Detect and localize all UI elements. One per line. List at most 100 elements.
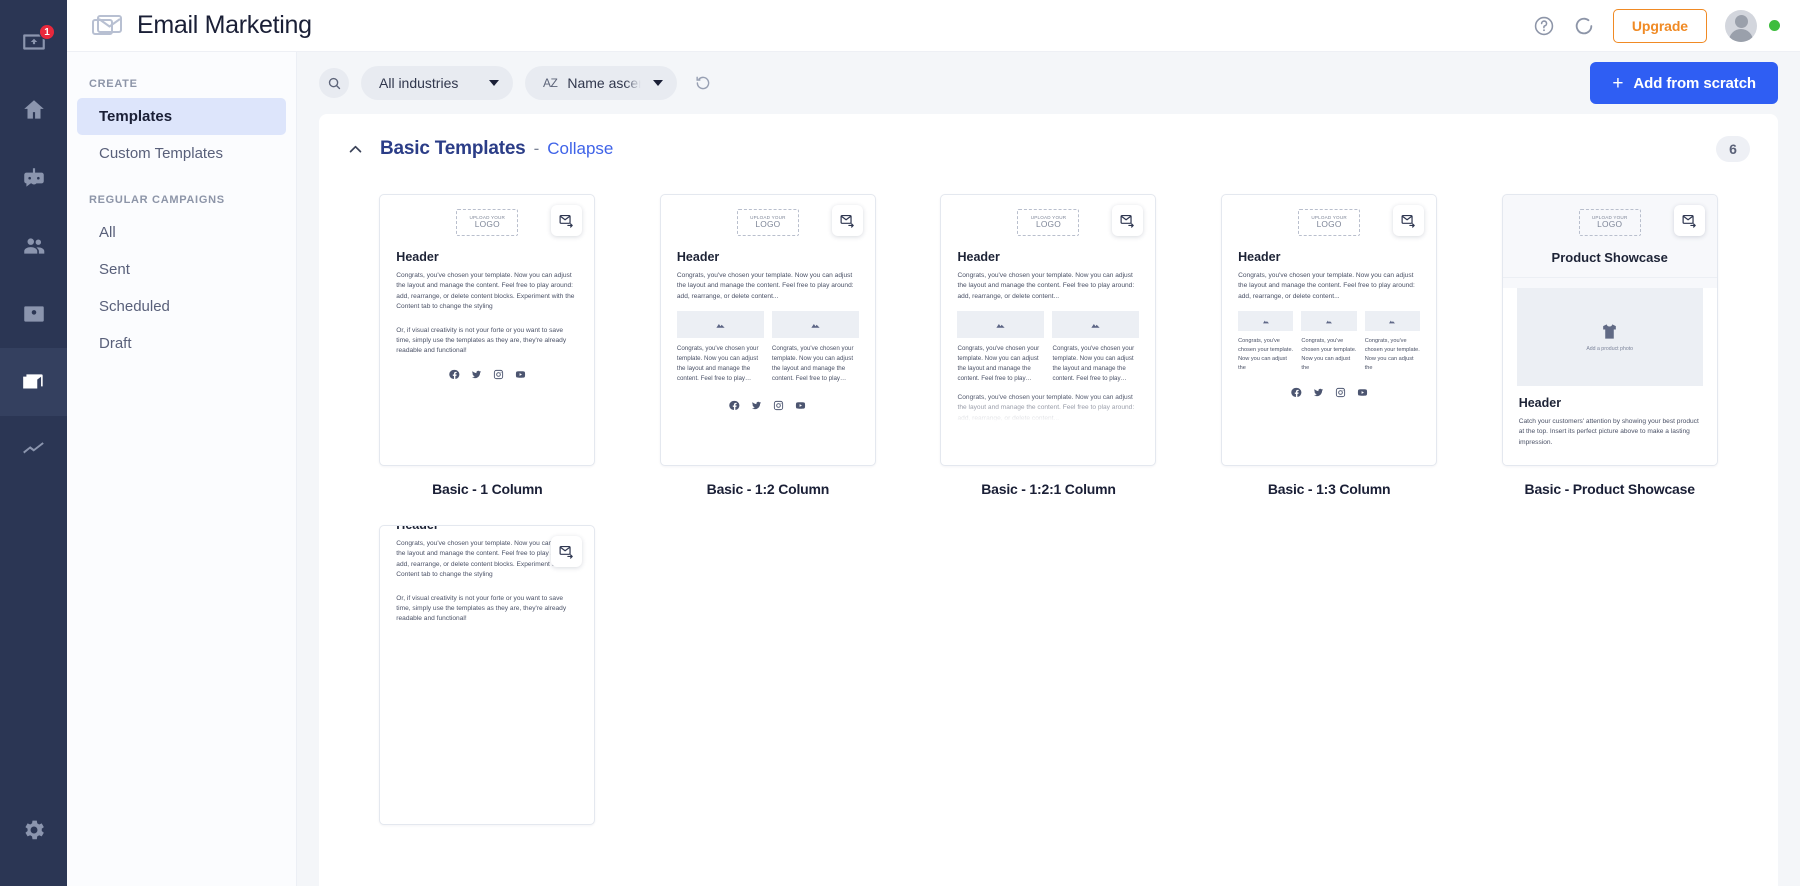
rail-item-home[interactable] bbox=[0, 76, 67, 144]
upload-logo-line2: LOGO bbox=[1035, 219, 1061, 230]
rail-item-email[interactable] bbox=[0, 348, 67, 416]
template-thumbnail[interactable]: UPLOAD YOUR LOGO bbox=[1221, 194, 1438, 466]
template-header-text: Header bbox=[1238, 249, 1281, 264]
facebook-icon bbox=[449, 369, 460, 379]
column-text: Congrats, you've chosen your template. N… bbox=[1301, 338, 1357, 371]
thumb-top-row: UPLOAD YOUR LOGO bbox=[941, 195, 1155, 236]
sidebar-item-all[interactable]: All bbox=[77, 214, 286, 251]
image-placeholder bbox=[771, 311, 859, 339]
facebook-icon bbox=[729, 400, 740, 410]
sort-dropdown[interactable]: AZ Name ascending bbox=[525, 66, 677, 100]
send-email-icon[interactable] bbox=[1112, 205, 1144, 236]
template-body-1: Congrats, you've chosen your template. N… bbox=[396, 271, 575, 311]
column: Congrats, you've chosen your template. N… bbox=[1364, 311, 1421, 373]
upgrade-button[interactable]: Upgrade bbox=[1612, 8, 1707, 43]
rail-item-inbox[interactable]: 1 bbox=[0, 8, 67, 76]
column-text: Congrats, you've chosen your template. N… bbox=[676, 345, 759, 382]
two-column-block: Congrats, you've chosen your template. N… bbox=[661, 311, 875, 384]
template-card[interactable]: UPLOAD YOUR LOGO bbox=[659, 194, 876, 497]
panel-header: Basic Templates - Collapse 6 bbox=[319, 114, 1778, 176]
template-thumbnail[interactable]: UPLOAD YOUR LOGO bbox=[940, 194, 1157, 466]
upload-logo-line2: LOGO bbox=[755, 219, 781, 230]
chevron-up-icon[interactable] bbox=[347, 141, 364, 158]
send-email-icon[interactable] bbox=[1673, 205, 1705, 236]
panel-title: Basic Templates bbox=[380, 138, 526, 159]
upload-logo-line2: LOGO bbox=[474, 219, 500, 230]
add-from-scratch-button[interactable]: + Add from scratch bbox=[1590, 62, 1778, 104]
sidebar-item-draft[interactable]: Draft bbox=[77, 325, 286, 362]
nav-section-campaigns-label: REGULAR CAMPAIGNS bbox=[89, 194, 225, 206]
sidebar-item-scheduled[interactable]: Scheduled bbox=[77, 288, 286, 325]
image-placeholder bbox=[1364, 311, 1421, 332]
column: Congrats, you've chosen your template. N… bbox=[1238, 311, 1294, 373]
column: Congrats, you've chosen your template. N… bbox=[1052, 311, 1140, 384]
refresh-icon[interactable] bbox=[1573, 15, 1595, 37]
sidebar-item-sent[interactable]: Sent bbox=[77, 251, 286, 288]
template-card[interactable]: Header Congrats, you've chosen your temp… bbox=[379, 525, 596, 840]
filter-toolbar: All industries AZ Name ascending bbox=[297, 52, 1800, 114]
template-thumbnail[interactable]: UPLOAD YOUR LOGO bbox=[659, 194, 876, 466]
column: Congrats, you've chosen your template. N… bbox=[957, 311, 1045, 384]
send-email-icon[interactable] bbox=[551, 536, 583, 567]
social-icons-row bbox=[380, 369, 594, 380]
product-photo-caption: Add a product photo bbox=[1586, 345, 1634, 352]
rail-item-chatbot[interactable] bbox=[0, 144, 67, 212]
template-thumbnail[interactable]: Header Congrats, you've chosen your temp… bbox=[379, 525, 596, 825]
twitter-icon bbox=[471, 370, 481, 378]
user-menu[interactable] bbox=[1725, 9, 1780, 42]
templates-grid: UPLOAD YOUR LOGO Header Congrats, you've… bbox=[319, 176, 1778, 868]
avatar[interactable] bbox=[1725, 9, 1757, 42]
rail-item-analytics[interactable] bbox=[0, 416, 67, 484]
column: Congrats, you've chosen your template. N… bbox=[676, 311, 764, 384]
thumb-top-row bbox=[380, 526, 594, 567]
template-header-text: Header bbox=[957, 249, 1000, 264]
page-title: Email Marketing bbox=[137, 11, 312, 39]
image-placeholder bbox=[676, 311, 764, 339]
template-card[interactable]: UPLOAD YOUR LOGO bbox=[940, 194, 1157, 497]
template-thumbnail[interactable]: UPLOAD YOUR LOGO bbox=[379, 194, 596, 466]
showcase-body-text: Catch your customers' attention by showi… bbox=[1518, 417, 1699, 446]
rail-item-settings[interactable] bbox=[0, 796, 67, 864]
template-card[interactable]: UPLOAD YOUR LOGO bbox=[379, 194, 596, 497]
send-email-icon[interactable] bbox=[1393, 205, 1425, 236]
sidebar-item-custom-templates[interactable]: Custom Templates bbox=[77, 135, 286, 172]
product-photo-placeholder[interactable]: Add a product photo bbox=[1516, 287, 1703, 386]
product-showcase-title: Product Showcase bbox=[1551, 249, 1668, 265]
plus-icon: + bbox=[1612, 72, 1624, 94]
column: Congrats, you've chosen your template. N… bbox=[771, 311, 859, 384]
template-card[interactable]: UPLOAD YOUR LOGO bbox=[1221, 194, 1438, 497]
upload-logo-placeholder: UPLOAD YOUR LOGO bbox=[1017, 209, 1080, 236]
three-column-block: Congrats, you've chosen your template. N… bbox=[1222, 311, 1436, 373]
nav-section-create-label: CREATE bbox=[89, 78, 138, 90]
two-column-block: Congrats, you've chosen your template. N… bbox=[941, 311, 1155, 384]
instagram-icon bbox=[493, 369, 503, 379]
sidebar-item-templates[interactable]: Templates bbox=[77, 98, 286, 135]
template-card[interactable]: UPLOAD YOUR LOGO bbox=[1501, 194, 1718, 497]
upload-logo-placeholder: UPLOAD YOUR LOGO bbox=[1298, 209, 1361, 236]
rail-item-contacts[interactable] bbox=[0, 212, 67, 280]
help-icon[interactable] bbox=[1533, 15, 1555, 37]
template-thumbnail[interactable]: UPLOAD YOUR LOGO bbox=[1501, 194, 1718, 466]
chevron-down-icon bbox=[653, 80, 663, 86]
template-name: Basic - 1:2:1 Column bbox=[981, 481, 1116, 497]
send-email-icon[interactable] bbox=[551, 205, 583, 236]
youtube-icon bbox=[796, 402, 806, 409]
collapse-link[interactable]: Collapse bbox=[547, 139, 613, 159]
rail-item-address-book[interactable] bbox=[0, 280, 67, 348]
template-body-truncated: Congrats, you've chosen your template. N… bbox=[1238, 271, 1415, 300]
inbox-badge: 1 bbox=[39, 24, 55, 40]
topbar: Email Marketing Upgrade bbox=[67, 0, 1800, 52]
upload-logo-placeholder: UPLOAD YOUR LOGO bbox=[1578, 209, 1641, 236]
send-email-icon[interactable] bbox=[831, 205, 863, 236]
search-icon[interactable] bbox=[319, 68, 349, 98]
fading-body-block: Congrats, you've chosen your template. N… bbox=[941, 393, 1155, 424]
image-placeholder bbox=[1238, 311, 1294, 332]
template-name: Basic - 1 Column bbox=[432, 481, 543, 497]
template-header-text: Header bbox=[396, 249, 439, 264]
social-icons-row bbox=[1222, 387, 1436, 398]
reset-filters-icon[interactable] bbox=[689, 69, 717, 97]
topbar-actions: Upgrade bbox=[1533, 8, 1780, 43]
industries-filter-dropdown[interactable]: All industries bbox=[361, 66, 513, 100]
template-body-truncated: Congrats, you've chosen your template. N… bbox=[676, 271, 854, 300]
email-marketing-logo-icon bbox=[91, 10, 123, 42]
